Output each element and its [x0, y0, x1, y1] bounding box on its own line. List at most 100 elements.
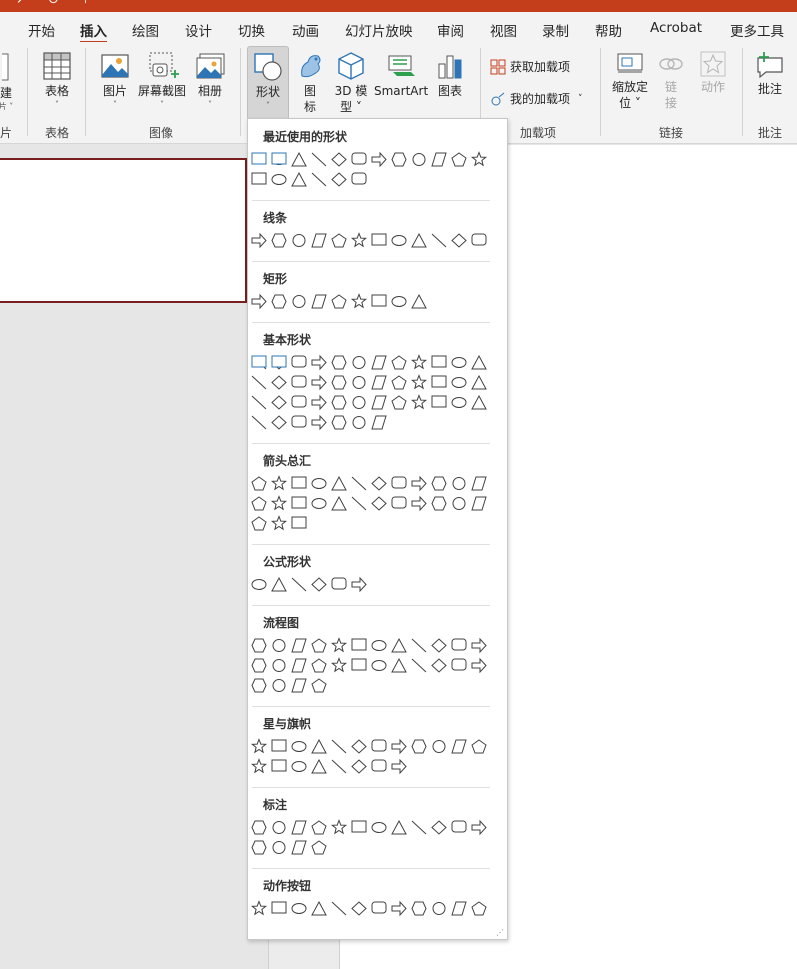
shape-option[interactable]: [311, 152, 327, 167]
shape-option[interactable]: [351, 496, 367, 511]
shape-option[interactable]: [311, 294, 327, 309]
textbox-shape-option[interactable]: [251, 152, 287, 368]
shape-option[interactable]: [471, 901, 487, 916]
photo-album-button[interactable]: 相册 ˅: [192, 50, 228, 112]
shape-option[interactable]: [410, 374, 428, 390]
smartart-button[interactable]: SmartArt: [374, 50, 428, 98]
shape-option[interactable]: [272, 841, 286, 854]
shape-option[interactable]: [471, 819, 487, 836]
shape-option[interactable]: [251, 476, 267, 491]
shape-option[interactable]: [272, 639, 286, 652]
shape-option[interactable]: [471, 233, 487, 246]
shape-option[interactable]: [270, 495, 288, 511]
shape-option[interactable]: [471, 374, 487, 390]
shape-option[interactable]: [272, 679, 286, 692]
shape-option[interactable]: [391, 900, 407, 917]
shape-option[interactable]: [351, 476, 367, 491]
comment-button[interactable]: 批注: [752, 50, 788, 96]
shape-option[interactable]: [451, 397, 467, 408]
shape-option[interactable]: [431, 395, 447, 408]
shape-option[interactable]: [251, 375, 267, 390]
shape-option[interactable]: [271, 901, 287, 914]
shape-option[interactable]: [431, 355, 447, 368]
my-addins-button[interactable]: 我的加载项 ˅: [490, 90, 583, 107]
get-addins-button[interactable]: 获取加载项: [490, 58, 570, 75]
shape-option[interactable]: [311, 374, 327, 391]
link-button[interactable]: 链 接: [656, 50, 686, 110]
shape-option[interactable]: [271, 233, 287, 248]
shape-option[interactable]: [311, 478, 327, 489]
shape-option[interactable]: [291, 476, 307, 489]
shape-option[interactable]: [291, 577, 307, 592]
shape-option[interactable]: [411, 658, 427, 673]
shape-option[interactable]: [471, 739, 487, 754]
shape-option[interactable]: [431, 496, 447, 511]
tab-help[interactable]: 帮助: [595, 20, 622, 40]
shape-option[interactable]: [251, 496, 267, 511]
shape-option[interactable]: [291, 395, 307, 408]
shape-option[interactable]: [291, 151, 307, 167]
tab-slideshow[interactable]: 幻灯片放映: [345, 20, 413, 40]
shape-option[interactable]: [391, 496, 407, 509]
shape-option[interactable]: [311, 758, 327, 774]
shape-option[interactable]: [411, 901, 427, 916]
shape-option[interactable]: [391, 375, 407, 390]
shape-option[interactable]: [431, 375, 447, 388]
tab-review[interactable]: 审阅: [437, 20, 464, 40]
shape-option[interactable]: [411, 638, 427, 653]
shape-option[interactable]: [371, 739, 387, 752]
shape-option[interactable]: [311, 394, 327, 411]
shape-option[interactable]: [452, 497, 466, 510]
shape-option[interactable]: [371, 476, 387, 491]
shape-option[interactable]: [251, 840, 267, 855]
shape-option[interactable]: [291, 678, 307, 693]
shape-option[interactable]: [352, 356, 366, 369]
shape-option[interactable]: [371, 660, 387, 671]
shape-option[interactable]: [291, 903, 307, 914]
3d-models-button[interactable]: 3D 模 型 ˅: [332, 50, 370, 114]
action-button[interactable]: 动作: [694, 50, 732, 94]
shape-option[interactable]: [371, 151, 387, 168]
shape-option[interactable]: [411, 739, 427, 754]
shape-option[interactable]: [291, 496, 307, 509]
shape-option[interactable]: [350, 232, 368, 248]
shape-option[interactable]: [331, 294, 347, 309]
shape-option[interactable]: [251, 415, 267, 430]
shape-option[interactable]: [371, 822, 387, 833]
tab-design[interactable]: 设计: [185, 20, 212, 40]
quick-access-icon[interactable]: ⊤: [80, 0, 91, 7]
shape-option[interactable]: [451, 820, 467, 833]
shape-option[interactable]: [330, 657, 348, 673]
resize-grip-icon[interactable]: ⋰: [496, 928, 504, 937]
shape-option[interactable]: [330, 819, 348, 835]
shape-option[interactable]: [311, 638, 327, 653]
tab-more-tools[interactable]: 更多工具: [730, 20, 784, 40]
shape-option[interactable]: [291, 415, 307, 428]
shape-option[interactable]: [411, 495, 427, 512]
shape-option[interactable]: [391, 296, 407, 307]
shape-option[interactable]: [331, 375, 347, 390]
shape-option[interactable]: [452, 477, 466, 490]
shape-option[interactable]: [331, 577, 347, 590]
shape-option[interactable]: [431, 658, 447, 673]
shape-option[interactable]: [412, 153, 426, 166]
shape-option[interactable]: [251, 395, 267, 410]
shape-option[interactable]: [311, 577, 327, 592]
shape-option[interactable]: [251, 579, 267, 590]
shape-option[interactable]: [351, 658, 367, 671]
shape-option[interactable]: [331, 355, 347, 370]
shape-option[interactable]: [251, 516, 267, 531]
shape-option[interactable]: [351, 638, 367, 651]
shape-option[interactable]: [311, 738, 327, 754]
shape-option[interactable]: [451, 901, 467, 916]
shape-option[interactable]: [291, 761, 307, 772]
shape-option[interactable]: [331, 152, 347, 167]
shape-option[interactable]: [411, 820, 427, 835]
undo-icon[interactable]: ↗: [16, 0, 27, 7]
shape-option[interactable]: [292, 234, 306, 247]
shape-option[interactable]: [331, 172, 347, 187]
shape-option[interactable]: [311, 658, 327, 673]
shape-option[interactable]: [291, 741, 307, 752]
shape-option[interactable]: [431, 638, 447, 653]
shape-option[interactable]: [291, 355, 307, 368]
